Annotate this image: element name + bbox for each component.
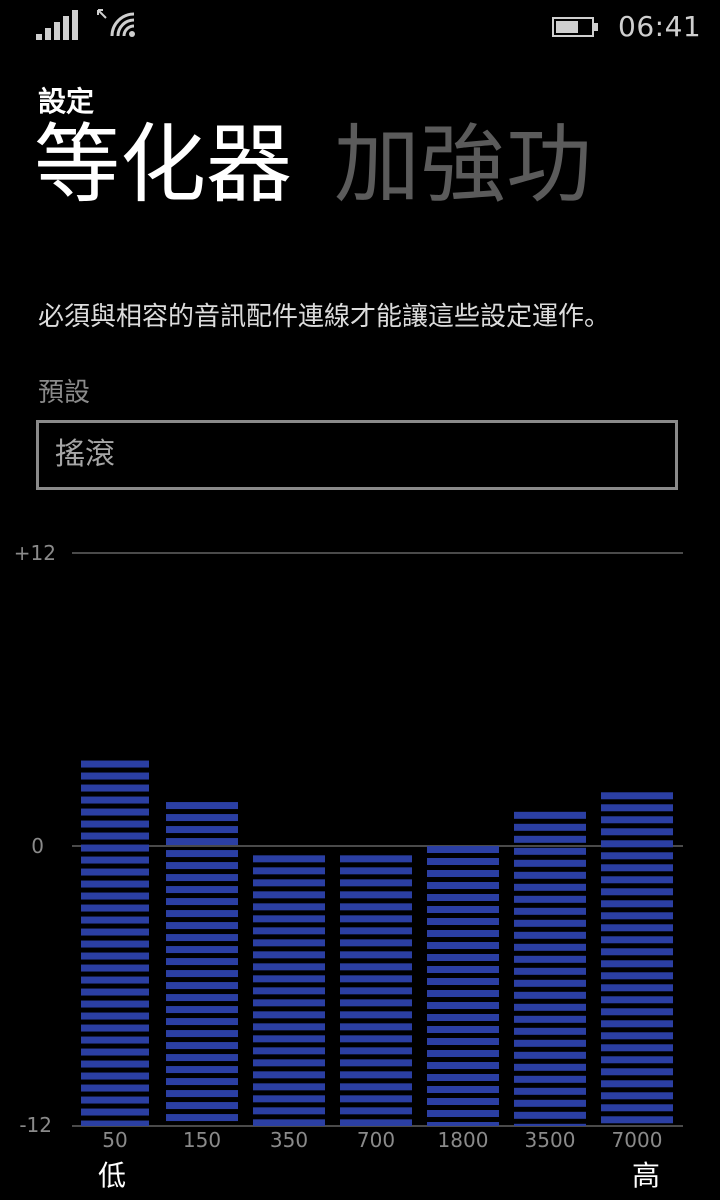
eq-bar-3500[interactable] <box>514 811 586 1126</box>
equalizer-chart: +12 0 -12 50 150 350 700 1800 3500 7000 … <box>14 541 683 1192</box>
eq-bar-350[interactable] <box>253 855 325 1126</box>
clock: 06:41 <box>618 10 702 43</box>
band-label-350: 350 <box>270 1128 308 1152</box>
high-label: 高 <box>632 1159 660 1192</box>
band-label-50: 50 <box>102 1128 127 1152</box>
eq-bar-700[interactable] <box>340 855 412 1126</box>
eq-bar-7000[interactable] <box>601 792 673 1124</box>
preset-select[interactable]: 搖滾 <box>36 420 678 490</box>
y-tick-top: +12 <box>14 541 56 565</box>
band-label-3500: 3500 <box>525 1128 576 1152</box>
eq-bar-150[interactable] <box>166 802 238 1122</box>
tab-enhancement[interactable]: 加強功 <box>334 118 592 213</box>
preset-label: 預設 <box>38 378 91 408</box>
status-bar: 06:41 <box>0 0 720 54</box>
band-label-150: 150 <box>183 1128 221 1152</box>
battery-icon <box>552 17 598 37</box>
band-label-1800: 1800 <box>438 1128 489 1152</box>
band-label-700: 700 <box>357 1128 395 1152</box>
y-tick-zero: 0 <box>31 834 44 858</box>
app-title: 設定 <box>38 85 95 118</box>
tab-equalizer[interactable]: 等化器 <box>34 118 292 213</box>
band-label-7000: 7000 <box>612 1128 663 1152</box>
wifi-icon <box>110 12 135 37</box>
eq-bar-1800[interactable] <box>427 846 499 1126</box>
y-tick-bottom: -12 <box>19 1113 52 1137</box>
signal-icon <box>36 10 78 40</box>
low-label: 低 <box>98 1159 126 1192</box>
eq-bar-50[interactable] <box>81 760 149 1126</box>
connection-notice: 必須與相容的音訊配件連線才能讓這些設定運作。 <box>38 302 611 332</box>
pivot-header: 等化器 加強功 <box>34 118 634 213</box>
